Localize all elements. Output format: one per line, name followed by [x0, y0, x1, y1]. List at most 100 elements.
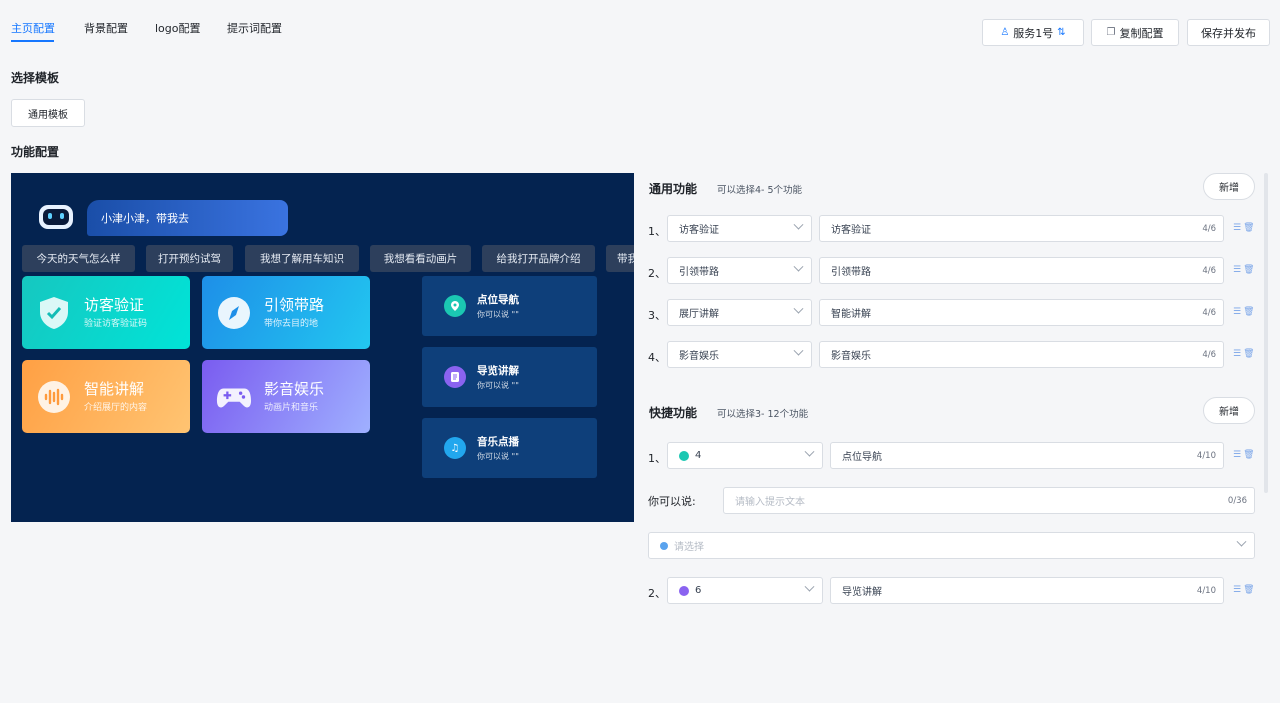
feature-card-media[interactable]: 影音娱乐 动画片和音乐 [202, 360, 370, 433]
copy-config-label: 复制配置 [1119, 26, 1164, 40]
delete-icon[interactable]: 🗑 [1243, 307, 1256, 317]
general-name-input[interactable]: 影音娱乐 4/6 [819, 341, 1224, 368]
delete-icon[interactable]: 🗑 [1243, 223, 1256, 233]
quick-card-navigation[interactable]: 点位导航 你可以说 "" [422, 276, 597, 336]
drag-handle-icon[interactable]: ☰ [1233, 223, 1243, 233]
pin-icon [660, 541, 668, 550]
shortcut-name-input[interactable]: 点位导航 4/10 [830, 442, 1224, 469]
general-name-input[interactable]: 引领带路 4/6 [819, 257, 1224, 284]
general-function-select[interactable]: 引领带路 [667, 257, 812, 284]
say-label: 你可以说: [648, 495, 696, 508]
input-placeholder: 请输入提示文本 [735, 497, 805, 508]
delete-icon[interactable]: 🗑 [1243, 450, 1256, 460]
chevron-down-icon [793, 303, 804, 314]
row-actions: ☰🗑 [1233, 265, 1257, 275]
tab-logo-config[interactable]: logo配置 [155, 20, 201, 36]
shortcut-icon-select[interactable]: 4 [667, 442, 823, 469]
save-publish-button[interactable]: 保存并发布 [1187, 19, 1270, 46]
char-count: 4/6 [1202, 350, 1216, 360]
tab-home-config[interactable]: 主页配置 [11, 20, 55, 36]
add-general-button[interactable]: 新增 [1203, 173, 1255, 200]
row-number: 1、 [648, 452, 666, 465]
select-value: 影音娱乐 [679, 351, 719, 362]
card-title: 访客验证 [84, 296, 145, 314]
suggestion-chip[interactable]: 打开预约试驾 [146, 245, 233, 272]
general-template-button[interactable]: 通用模板 [11, 99, 85, 127]
char-count: 4/6 [1202, 308, 1216, 318]
drag-handle-icon[interactable]: ☰ [1233, 265, 1243, 275]
panel-scrollbar[interactable] [1264, 173, 1268, 493]
card-subtitle: 带你去目的地 [264, 319, 319, 329]
feature-card-visitor[interactable]: 访客验证验证访客验证码 [22, 276, 190, 349]
card-subtitle: 验证访客验证码 [84, 319, 148, 329]
service-switch-button[interactable]: ♙ 服务1号 ⇅ [982, 19, 1084, 46]
general-function-hint: 可以选择4- 5个功能 [717, 185, 803, 196]
quick-card-subtitle: 你可以说 "" [477, 452, 519, 461]
prompt-text-input[interactable]: 请输入提示文本 0/36 [723, 487, 1255, 514]
choose-select[interactable]: 请选择 [648, 532, 1255, 559]
chevron-down-icon [1236, 536, 1247, 547]
char-count: 0/36 [1227, 496, 1247, 506]
delete-icon[interactable]: 🗑 [1243, 265, 1256, 275]
delete-icon[interactable]: 🗑 [1243, 349, 1256, 359]
quick-card-tour[interactable]: 导览讲解 你可以说 "" [422, 347, 597, 407]
char-count: 4/6 [1202, 266, 1216, 276]
drag-handle-icon[interactable]: ☰ [1233, 349, 1243, 359]
char-count: 4/10 [1196, 586, 1216, 596]
drag-handle-icon[interactable]: ☰ [1233, 585, 1243, 595]
row-number: 1、 [648, 225, 666, 238]
chevron-down-icon [793, 219, 804, 230]
compass-icon [216, 295, 252, 331]
general-function-select[interactable]: 影音娱乐 [667, 341, 812, 368]
char-count: 4/6 [1202, 224, 1216, 234]
quick-card-music[interactable]: ♫ 音乐点播 你可以说 "" [422, 418, 597, 478]
shortcut-function-title: 快捷功能 [649, 406, 698, 420]
feature-card-guide[interactable]: 引领带路 带你去目的地 [202, 276, 370, 349]
tab-prompt-config[interactable]: 提示词配置 [227, 20, 282, 36]
general-function-select[interactable]: 访客验证 [667, 215, 812, 242]
delete-icon[interactable]: 🗑 [1243, 585, 1256, 595]
active-tab-indicator [11, 40, 54, 42]
suggestion-chip[interactable]: 我想了解用车知识 [245, 245, 359, 272]
select-value: 访客验证 [679, 225, 719, 236]
card-title: 智能讲解 [84, 380, 145, 398]
drag-handle-icon[interactable]: ☰ [1233, 307, 1243, 317]
row-number: 2、 [648, 267, 666, 280]
row-number: 2、 [648, 587, 666, 600]
general-function-select[interactable]: 展厅讲解 [667, 299, 812, 326]
row-actions: ☰🗑 [1233, 585, 1257, 595]
general-name-input[interactable]: 访客验证 4/6 [819, 215, 1224, 242]
row-actions: ☰🗑 [1233, 307, 1257, 317]
select-value: 展厅讲解 [679, 309, 719, 320]
robot-icon: ♙ [1000, 27, 1010, 38]
tab-background-config[interactable]: 背景配置 [84, 20, 128, 36]
input-value: 导览讲解 [842, 587, 882, 598]
shortcut-function-hint: 可以选择3- 12个功能 [717, 409, 809, 420]
row-actions: ☰🗑 [1233, 450, 1257, 460]
suggestion-chip[interactable]: 我想看看动画片 [370, 245, 471, 272]
row-actions: ☰🗑 [1233, 349, 1257, 359]
quick-card-title: 点位导航 [477, 294, 519, 306]
shortcut-name-input[interactable]: 导览讲解 4/10 [830, 577, 1224, 604]
home-preview: 小津小津，带我去 今天的天气怎么样 打开预约试驾 我想了解用车知识 我想看看动画… [11, 173, 634, 522]
shield-check-icon [36, 295, 72, 331]
music-note-icon: ♫ [444, 437, 466, 459]
select-value: 6 [695, 585, 702, 596]
robot-avatar-icon [37, 201, 75, 233]
add-shortcut-button[interactable]: 新增 [1203, 397, 1255, 424]
document-icon [444, 366, 466, 388]
input-value: 智能讲解 [831, 309, 871, 320]
input-value: 引领带路 [831, 267, 871, 278]
general-name-input[interactable]: 智能讲解 4/6 [819, 299, 1224, 326]
suggestion-chip[interactable]: 给我打开品牌介绍 [482, 245, 595, 272]
function-section-title: 功能配置 [11, 145, 60, 159]
feature-card-explain[interactable]: 智能讲解 介绍展厅的内容 [22, 360, 190, 433]
suggestion-chip[interactable]: 带我 [606, 245, 634, 272]
shortcut-icon-select[interactable]: 6 [667, 577, 823, 604]
chevron-down-icon [793, 345, 804, 356]
copy-config-button[interactable]: ❐ 复制配置 [1091, 19, 1179, 46]
suggestion-chip[interactable]: 今天的天气怎么样 [22, 245, 135, 272]
drag-handle-icon[interactable]: ☰ [1233, 450, 1243, 460]
chevron-down-icon [804, 446, 815, 457]
input-value: 点位导航 [842, 452, 882, 463]
